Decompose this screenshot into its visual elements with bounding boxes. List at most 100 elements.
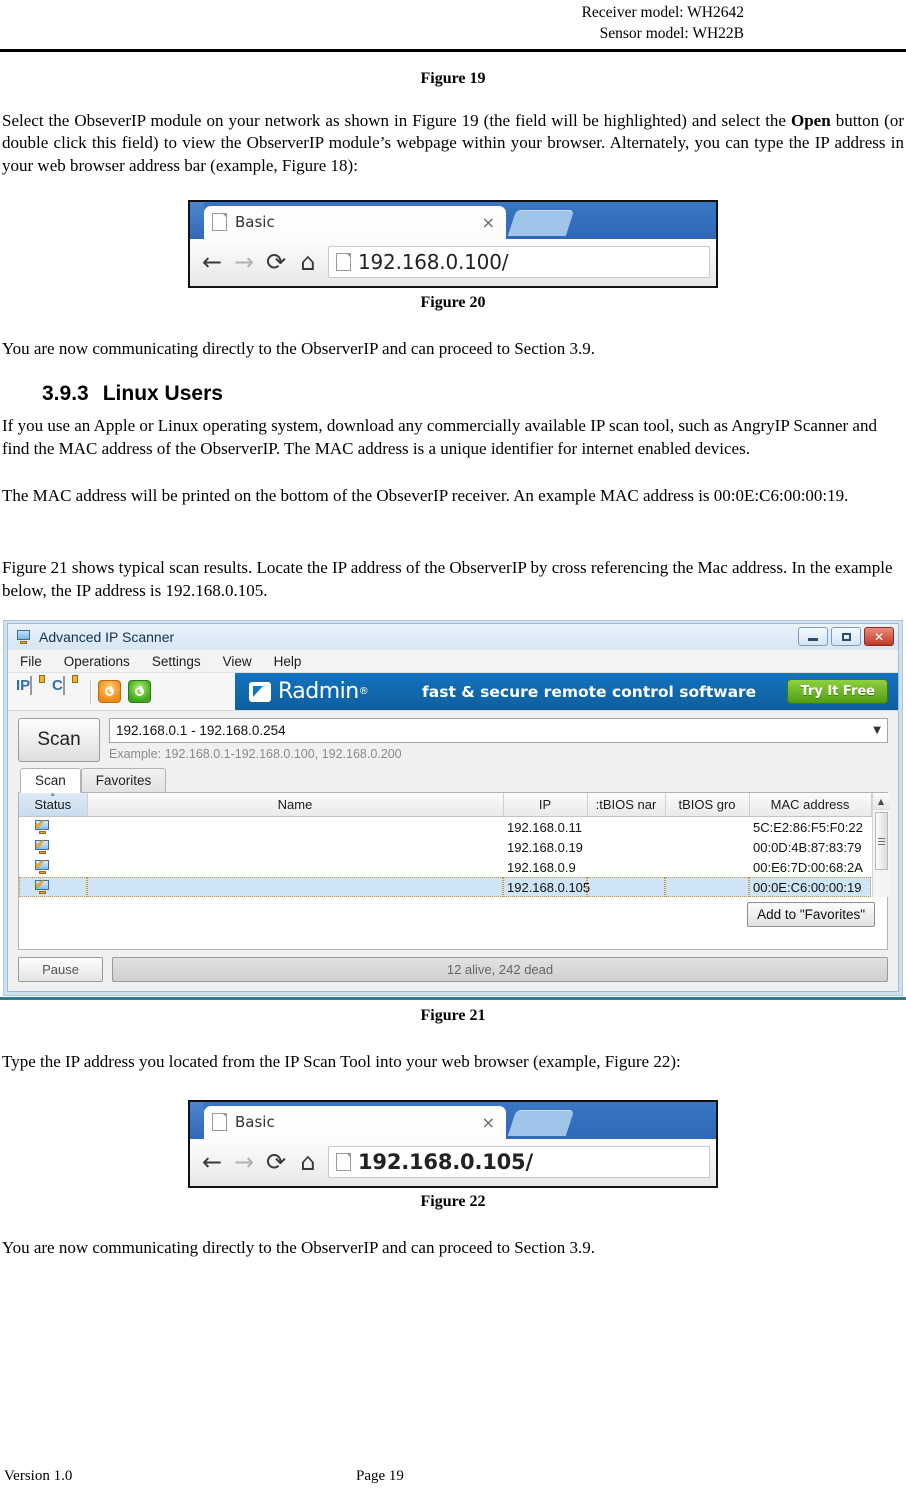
shutdown-icon[interactable] — [98, 680, 121, 704]
para1-part-a: Select the ObseverIP module on your netw… — [2, 110, 791, 130]
row-ip-cell: 192.168.0.105 — [503, 877, 590, 898]
chevron-down-icon[interactable]: ▼ — [873, 725, 881, 736]
table-row[interactable]: ✔ 192.168.0.11 5C:E2:86:F5:F0:22 — [19, 817, 871, 838]
page-document-icon — [336, 1153, 351, 1172]
advanced-ip-scanner-window: Advanced IP Scanner ✕ File Operations Se… — [3, 620, 903, 997]
scan-results-panel: Status Name IP :tBIOS nar tBIOS gro MAC … — [18, 792, 890, 951]
menu-item-operations[interactable]: Operations — [64, 654, 130, 669]
page-document-icon — [336, 253, 351, 272]
menu-item-settings[interactable]: Settings — [152, 654, 201, 669]
row-netbios-group-cell — [665, 857, 749, 877]
tab-scan[interactable]: Scan — [20, 768, 81, 794]
toolbar-separator — [90, 679, 91, 704]
paragraph-type-ip: Type the IP address you located from the… — [2, 1052, 681, 1072]
row-netbios-name-cell — [587, 857, 665, 877]
app-icon — [15, 629, 32, 645]
column-header-ip[interactable]: IP — [503, 793, 588, 818]
minimize-button[interactable] — [798, 627, 828, 647]
maximize-button[interactable] — [831, 627, 861, 647]
scanner-window-title: Advanced IP Scanner — [39, 629, 175, 646]
row-status-cell: ✔ — [19, 857, 87, 877]
browser-tab-title: Basic — [235, 213, 275, 232]
page-document-icon — [212, 213, 227, 232]
menu-item-file[interactable]: File — [20, 654, 42, 669]
table-row[interactable]: ✔ 192.168.0.9 00:E6:7D:00:68:2A — [19, 857, 871, 877]
paragraph-ip-scan-tool: If you use an Apple or Linux operating s… — [2, 416, 877, 458]
results-vertical-scrollbar[interactable]: ▲ — [871, 793, 890, 898]
add-to-favorites-button[interactable]: Add to "Favorites" — [747, 901, 875, 927]
column-header-status[interactable]: Status — [19, 793, 88, 818]
document-page: Receiver model: WH2642 Sensor model: WH2… — [0, 0, 906, 1495]
reload-icon[interactable]: ⟳ — [260, 250, 292, 274]
figure-21-caption: Figure 21 — [420, 1007, 486, 1025]
browser-nav-bar: ← → ⟳ ⌂ 192.168.0.105/ — [190, 1138, 716, 1186]
row-ip-cell: 192.168.0.19 — [507, 839, 583, 855]
row-name-cell — [87, 817, 503, 838]
forward-arrow-icon[interactable]: → — [228, 1150, 260, 1174]
back-arrow-icon[interactable]: ← — [196, 1150, 228, 1174]
results-table-body: ✔ 192.168.0.11 5C:E2:86:F5:F0:22 ✔ 192.1… — [19, 817, 871, 898]
home-icon[interactable]: ⌂ — [292, 1150, 324, 1174]
column-header-name[interactable]: Name — [87, 793, 504, 818]
column-header-mac-address[interactable]: MAC address — [749, 793, 872, 818]
ip-range-icon[interactable]: IP — [16, 675, 44, 707]
scanner-title-bar[interactable]: Advanced IP Scanner ✕ — [8, 624, 898, 651]
menu-item-view[interactable]: View — [223, 654, 252, 669]
new-tab-button[interactable] — [507, 1109, 575, 1136]
column-header-netbios-group[interactable]: tBIOS gro — [665, 793, 750, 818]
browser-tab-title: Basic — [235, 1113, 275, 1132]
row-name-cell — [87, 877, 503, 898]
menu-item-help[interactable]: Help — [274, 654, 302, 669]
address-bar[interactable]: 192.168.0.100/ — [328, 246, 710, 279]
radmin-banner[interactable]: Radmin ® fast & secure remote control so… — [235, 673, 898, 711]
row-ip-cell: 192.168.0.9 — [507, 859, 576, 875]
scanner-window-frame: Advanced IP Scanner ✕ File Operations Se… — [7, 623, 899, 993]
back-arrow-icon[interactable]: ← — [196, 250, 228, 274]
row-netbios-group-cell — [665, 837, 749, 857]
table-header-row: Status Name IP :tBIOS nar tBIOS gro MAC … — [19, 793, 872, 818]
radmin-tagline: fast & secure remote control software — [422, 682, 757, 701]
paragraph-mac-address: The MAC address will be printed on the b… — [2, 485, 849, 505]
figure-20-caption: Figure 20 — [420, 293, 486, 311]
scrollbar-thumb[interactable] — [874, 812, 888, 871]
forward-arrow-icon[interactable]: → — [228, 250, 260, 274]
new-tab-button[interactable] — [507, 209, 575, 236]
scanner-status-row: Pause 12 alive, 242 dead — [8, 950, 898, 992]
tab-favorites[interactable]: Favorites — [80, 768, 167, 793]
scan-button[interactable]: Scan — [18, 718, 100, 763]
results-grid-wrapper: Status Name IP :tBIOS nar tBIOS gro MAC … — [19, 793, 890, 898]
pause-button[interactable]: Pause — [18, 957, 103, 983]
registered-trademark-icon: ® — [358, 686, 369, 698]
ip-range-combobox[interactable]: 192.168.0.1 - 192.168.0.254 ▼ — [109, 718, 888, 744]
scanner-tab-strip: Scan Favorites — [8, 762, 898, 794]
row-status-cell: ✔ — [19, 817, 87, 838]
scroll-up-icon[interactable]: ▲ — [872, 793, 890, 811]
row-mac-cell: 00:0D:4B:87:83:79 — [753, 839, 862, 855]
minimize-icon — [808, 638, 818, 642]
address-bar-url: 192.168.0.105/ — [358, 1150, 533, 1175]
column-header-netbios-name[interactable]: :tBIOS nar — [587, 793, 666, 818]
close-button[interactable]: ✕ — [864, 627, 894, 647]
reload-icon[interactable]: ⟳ — [260, 1150, 292, 1174]
computer-list-icon[interactable]: C — [52, 675, 80, 707]
row-netbios-group-cell — [665, 877, 749, 898]
row-name-cell — [87, 837, 503, 857]
table-row[interactable]: ✔ 192.168.0.19 00:0D:4B:87:83:79 — [19, 837, 871, 857]
radmin-logo-icon — [249, 681, 271, 702]
browser-tab-basic[interactable]: Basic × — [204, 1105, 506, 1139]
try-it-free-button[interactable]: Try It Free — [787, 679, 888, 705]
wake-on-lan-icon[interactable] — [128, 680, 151, 704]
address-bar-url: 192.168.0.100/ — [358, 250, 509, 275]
close-icon[interactable]: × — [482, 1113, 498, 1132]
browser-tab-basic[interactable]: Basic × — [204, 205, 506, 239]
close-icon[interactable]: × — [482, 213, 498, 232]
scan-control-row: Scan 192.168.0.1 - 192.168.0.254 ▼ Examp… — [8, 711, 898, 763]
table-row-selected[interactable]: ✔ 192.168.0.105 00:0E:C6:00:00:19 — [19, 877, 871, 898]
address-bar[interactable]: 192.168.0.105/ — [328, 1146, 710, 1179]
figure-19-caption: Figure 19 — [420, 69, 486, 87]
row-netbios-name-cell — [587, 877, 665, 898]
home-icon[interactable]: ⌂ — [292, 250, 324, 274]
maximize-icon — [841, 632, 851, 641]
scan-range-fields: 192.168.0.1 - 192.168.0.254 ▼ Example: 1… — [109, 718, 888, 761]
ip-range-value: 192.168.0.1 - 192.168.0.254 — [116, 723, 286, 739]
